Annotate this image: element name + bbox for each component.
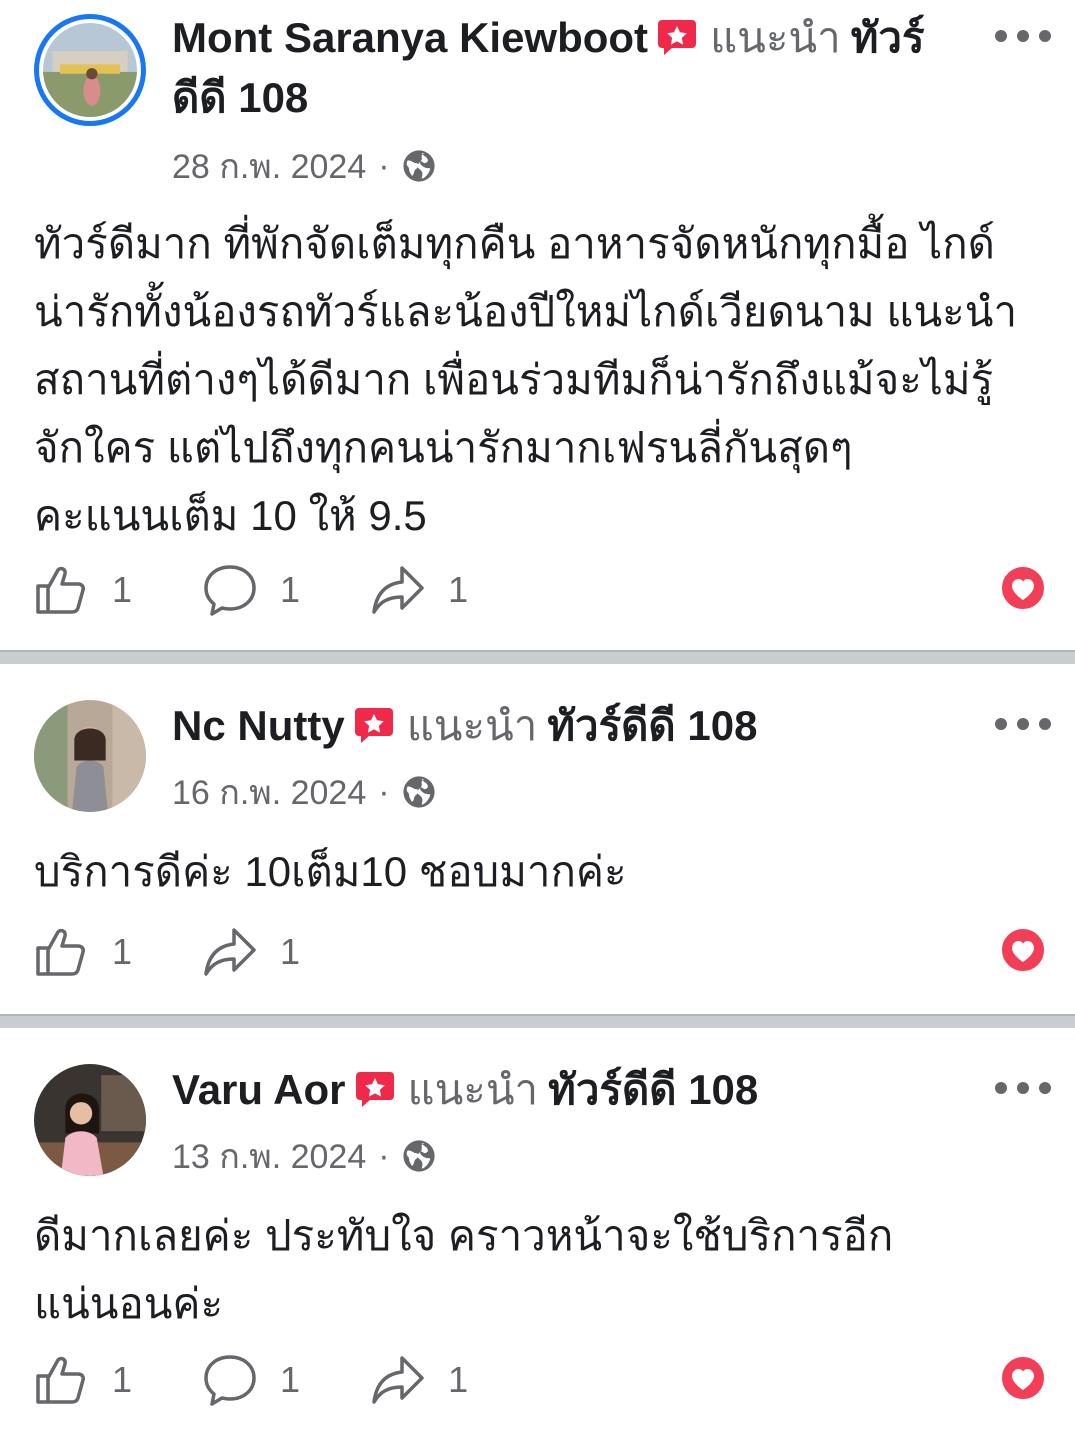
review-post-2: Nc Nutty แนะนำ ทัวร์ดีดี 108 16 ก.พ. 2024 … <box>0 664 1075 1014</box>
love-reaction-icon[interactable] <box>999 1354 1047 1402</box>
avatar-photo <box>34 700 146 812</box>
like-button[interactable]: 1 <box>34 1352 132 1408</box>
like-count: 1 <box>112 569 133 610</box>
action-bar: 1 1 1 <box>34 1350 1047 1410</box>
share-icon <box>372 566 424 614</box>
post-header: Mont Saranya Kiewboot แนะนำ ทัวร์ดีดี 108 <box>172 8 935 128</box>
post-meta: 28 ก.พ. 2024 · <box>172 145 436 187</box>
share-icon <box>204 928 256 976</box>
post-header: Nc Nutty แนะนำ ทัวร์ดีดี 108 <box>172 696 935 756</box>
love-reaction-icon[interactable] <box>999 564 1047 612</box>
share-count: 1 <box>280 931 301 972</box>
love-reaction-icon[interactable] <box>999 926 1047 974</box>
post-meta: 13 ก.พ. 2024 · <box>172 1135 436 1177</box>
action-bar: 1 1 <box>34 922 1047 982</box>
like-button[interactable]: 1 <box>34 924 132 980</box>
post-text: ดีมากเลยค่ะ ประทับใจ คราวหน้าจะใช้บริการ… <box>34 1212 894 1327</box>
avatar[interactable] <box>34 1064 146 1176</box>
like-icon <box>36 566 85 614</box>
author-name[interactable]: Mont Saranya Kiewboot <box>172 14 648 61</box>
share-icon <box>372 1356 424 1404</box>
share-button[interactable]: 1 <box>370 562 468 618</box>
recommend-badge-icon <box>658 19 697 55</box>
like-count: 1 <box>112 1359 133 1400</box>
recommend-badge-icon <box>355 1071 394 1107</box>
avatar[interactable] <box>34 700 146 812</box>
avatar-photo <box>34 1064 146 1176</box>
like-icon <box>36 1356 85 1404</box>
share-count: 1 <box>448 569 469 610</box>
more-icon[interactable] <box>995 716 1051 732</box>
author-name[interactable]: Varu Aor <box>172 1066 346 1113</box>
comment-button[interactable]: 1 <box>202 562 300 618</box>
post-divider <box>0 650 1075 664</box>
separator-dot: · <box>378 146 390 185</box>
review-post-1: Mont Saranya Kiewboot แนะนำ ทัวร์ดีดี 108 … <box>0 0 1075 650</box>
post-date[interactable]: 13 ก.พ. 2024 <box>172 1129 366 1183</box>
globe-icon <box>402 1140 435 1172</box>
comment-count: 1 <box>280 569 301 610</box>
separator-dot: · <box>378 1136 390 1175</box>
post-meta: 16 ก.พ. 2024 · <box>172 771 436 813</box>
post-date[interactable]: 28 ก.พ. 2024 <box>172 139 366 193</box>
review-post-3: Varu Aor แนะนำ ทัวร์ดีดี 108 13 ก.พ. 2024 … <box>0 1028 1075 1433</box>
comment-icon <box>204 1355 256 1406</box>
author-name[interactable]: Nc Nutty <box>172 702 345 749</box>
recommends-label: แนะนำ <box>407 1066 539 1113</box>
post-header: Varu Aor แนะนำ ทัวร์ดีดี 108 <box>172 1060 935 1120</box>
like-count: 1 <box>112 931 133 972</box>
more-icon[interactable] <box>995 1080 1051 1096</box>
globe-icon <box>402 150 435 182</box>
page-name[interactable]: ทัวร์ดีดี 108 <box>548 1066 758 1113</box>
like-icon <box>36 928 85 976</box>
page-name[interactable]: ทัวร์ดีดี 108 <box>547 702 757 749</box>
action-bar: 1 1 1 <box>34 560 1047 620</box>
share-button[interactable]: 1 <box>202 924 300 980</box>
globe-icon <box>402 776 435 808</box>
avatar[interactable] <box>34 14 146 126</box>
post-divider <box>0 1014 1075 1028</box>
recommends-label: แนะนำ <box>406 702 538 749</box>
avatar-photo <box>43 23 137 117</box>
share-button[interactable]: 1 <box>370 1352 468 1408</box>
like-button[interactable]: 1 <box>34 562 132 618</box>
separator-dot: · <box>378 772 390 811</box>
comment-icon <box>204 565 256 616</box>
post-text: บริการดีค่ะ 10เต็ม10 ชอบมากค่ะ <box>34 848 627 895</box>
recommends-label: แนะนำ <box>710 14 841 61</box>
recommend-badge-icon <box>354 707 393 743</box>
post-date[interactable]: 16 ก.พ. 2024 <box>172 765 366 819</box>
post-text: ทัวร์ดีมาก ที่พักจัดเต็มทุกคืน อาหารจัดห… <box>34 220 1018 539</box>
more-icon[interactable] <box>995 28 1051 44</box>
comment-count: 1 <box>280 1359 301 1400</box>
comment-button[interactable]: 1 <box>202 1352 300 1408</box>
share-count: 1 <box>448 1359 469 1400</box>
